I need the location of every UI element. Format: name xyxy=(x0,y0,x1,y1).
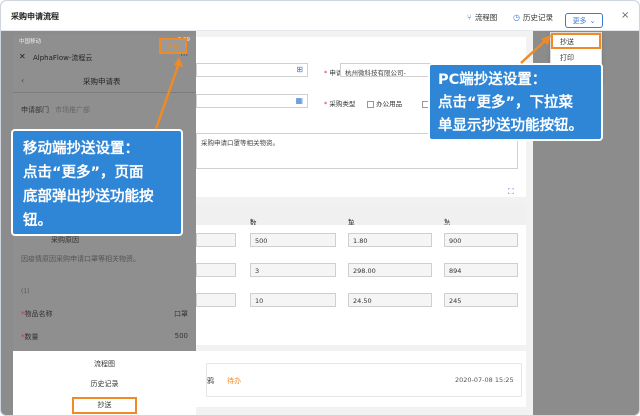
screenshot-frame: 采购申请流程 ⑂ 流程图 ◷ 历史记录 更多 ⌄ × ⊞ * 申请人 杭州微科技… xyxy=(0,0,640,416)
callout-arrows xyxy=(154,35,551,130)
pc-arrow-line xyxy=(520,38,548,64)
mobile-arrow-line xyxy=(154,62,181,130)
mobile-arrow-head xyxy=(174,57,183,67)
